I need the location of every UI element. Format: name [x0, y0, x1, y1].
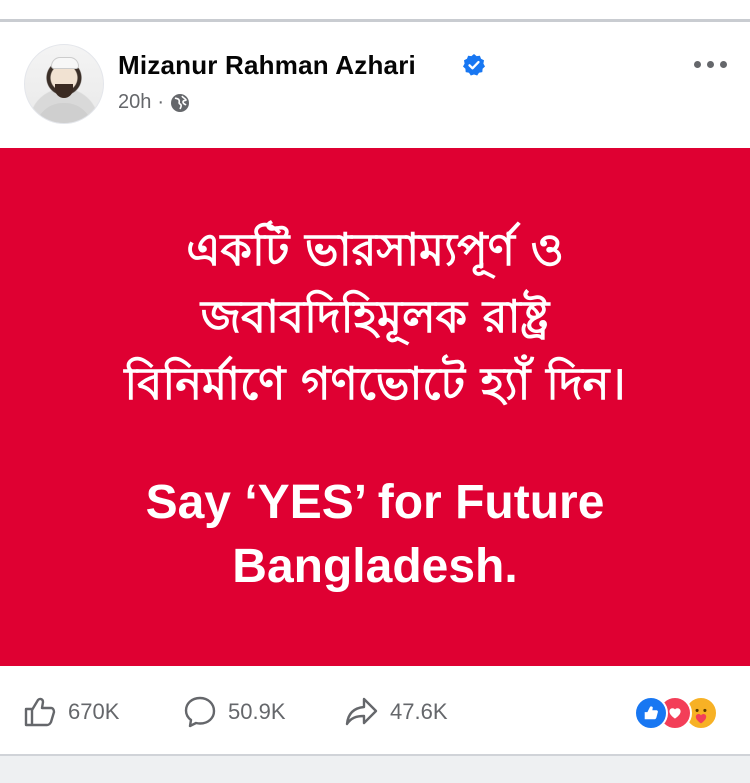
- english-line-2: Bangladesh.: [232, 540, 518, 593]
- like-count: 670K: [68, 699, 120, 724]
- comment-bubble-icon: [184, 696, 216, 728]
- avatar-coat: [35, 103, 93, 123]
- meta-separator: ·: [157, 91, 165, 113]
- share-arrow-icon: [345, 697, 378, 726]
- avatar-cap: [51, 57, 79, 69]
- top-divider: [0, 0, 750, 26]
- comment-button[interactable]: 50.9K: [182, 694, 286, 730]
- verified-badge-icon: [463, 54, 485, 76]
- bangla-message: একটি ভারসাম্যপূর্ণ ও জবাবদিহিমূলক রাষ্ট্…: [124, 216, 625, 417]
- author-avatar[interactable]: [24, 44, 104, 124]
- post-time[interactable]: 20h: [118, 91, 151, 114]
- like-button[interactable]: 670K: [22, 694, 119, 730]
- post-image[interactable]: একটি ভারসাম্যপূর্ণ ও জবাবদিহিমূলক রাষ্ট্…: [0, 148, 750, 666]
- bangla-line-1: একটি ভারসাম্যপূর্ণ ও: [186, 223, 564, 276]
- english-message: Say ‘YES’ for Future Bangladesh.: [146, 471, 605, 599]
- more-dots-icon[interactable]: [690, 54, 730, 74]
- reactions-summary[interactable]: [634, 690, 726, 730]
- bangla-line-3: বিনির্মাণে গণভোটে হ্যাঁ দিন।: [124, 357, 626, 410]
- share-count: 47.6K: [390, 699, 448, 724]
- comment-count: 50.9K: [228, 699, 286, 724]
- share-button[interactable]: 47.6K: [344, 694, 448, 730]
- post-actions-bar: 670K 50.9K 47.6K: [0, 666, 750, 754]
- post-meta: 20h ·: [118, 91, 190, 114]
- globe-icon: [171, 93, 190, 112]
- thumbs-up-icon: [24, 697, 56, 727]
- english-line-1: Say ‘YES’ for Future: [145, 476, 605, 529]
- post-header: Mizanur Rahman Azhari 20h ·: [0, 26, 750, 148]
- author-name[interactable]: Mizanur Rahman Azhari: [118, 50, 416, 81]
- avatar-beard: [55, 84, 73, 98]
- bangla-line-2: জবাবদিহিমূলক রাষ্ট্র: [200, 290, 550, 343]
- like-reaction-icon: [634, 696, 668, 730]
- bottom-divider: [0, 754, 750, 783]
